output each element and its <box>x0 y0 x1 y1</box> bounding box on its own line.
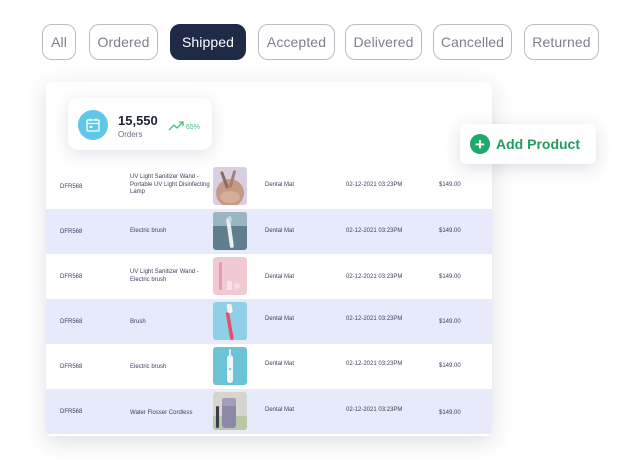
product-image <box>213 257 247 295</box>
tab-returned[interactable]: Returned <box>524 24 599 60</box>
order-price: $149.00 <box>439 274 461 280</box>
product-image <box>213 392 247 430</box>
tab-cancelled[interactable]: Cancelled <box>433 24 512 60</box>
product-category: Dental Mat <box>265 274 295 280</box>
order-id: DFR568 <box>60 229 83 235</box>
order-date: 02-12-2021 03:23PM <box>346 182 403 188</box>
orders-stat-card: 15,550 Orders 65% <box>68 98 212 150</box>
order-date: 02-12-2021 03:23PM <box>346 407 403 413</box>
plus-icon: + <box>470 134 490 154</box>
table-row[interactable]: DFR568 Brush Dental Mat 02-12-2021 03:23… <box>46 299 492 344</box>
table-row[interactable]: DFR568 Electric brush Dental Mat 02-12-2… <box>46 344 492 389</box>
product-name: Electric brush <box>130 228 167 234</box>
order-id: DFR568 <box>60 274 83 280</box>
tab-shipped[interactable]: Shipped <box>170 24 246 60</box>
order-price: $149.00 <box>439 363 461 369</box>
tab-ordered[interactable]: Ordered <box>89 24 158 60</box>
trend-percentage: 65% <box>186 123 201 131</box>
order-id: DFR568 <box>60 409 83 415</box>
order-id: DFR568 <box>60 184 83 190</box>
order-date: 02-12-2021 03:23PM <box>346 361 403 367</box>
product-name: Water Flosser Cordless <box>130 410 193 416</box>
order-date: 02-12-2021 03:23PM <box>346 228 403 234</box>
table-row[interactable]: DFR568 Electric brush Dental Mat 02-12-2… <box>46 209 492 254</box>
table-row[interactable]: DFR568 UV Light Sanitizer Wand - Electri… <box>46 254 492 299</box>
product-name: UV Light Sanitizer Wand - Portable UV Li… <box>130 174 210 195</box>
product-category: Dental Mat <box>265 228 295 234</box>
order-price: $149.00 <box>439 182 461 188</box>
calendar-icon <box>78 110 108 140</box>
tab-accepted[interactable]: Accepted <box>258 24 335 60</box>
product-name: Brush <box>130 319 146 325</box>
product-category: Dental Mat <box>265 407 295 413</box>
order-date: 02-12-2021 03:23PM <box>346 316 403 322</box>
add-product-label: Add Product <box>496 136 580 152</box>
orders-count: 15,550 <box>118 113 158 128</box>
trend-indicator: 65% <box>168 118 200 136</box>
product-name: UV Light Sanitizer Wand - Electric brush <box>130 269 199 283</box>
product-name: Electric brush <box>130 364 167 370</box>
order-id: DFR568 <box>60 364 83 370</box>
trending-up-icon <box>168 118 184 136</box>
order-price: $149.00 <box>439 410 461 416</box>
product-category: Dental Mat <box>265 316 295 322</box>
order-price: $149.00 <box>439 228 461 234</box>
product-category: Dental Mat <box>265 182 295 188</box>
product-image <box>213 347 247 385</box>
product-category: Dental Mat <box>265 361 295 367</box>
product-image <box>213 302 247 340</box>
order-date: 02-12-2021 03:23PM <box>346 274 403 280</box>
order-price: $149.00 <box>439 319 461 325</box>
product-image <box>213 212 247 250</box>
tab-all[interactable]: All <box>42 24 76 60</box>
table-row[interactable]: DFR568 UV Light Sanitizer Wand - Portabl… <box>46 164 492 209</box>
order-id: DFR568 <box>60 319 83 325</box>
product-image <box>213 167 247 205</box>
table-row[interactable]: DFR568 Water Flosser Cordless Dental Mat… <box>46 389 492 434</box>
tab-delivered[interactable]: Delivered <box>345 24 422 60</box>
orders-label: Orders <box>118 130 143 139</box>
add-product-button[interactable]: + Add Product <box>460 124 596 164</box>
